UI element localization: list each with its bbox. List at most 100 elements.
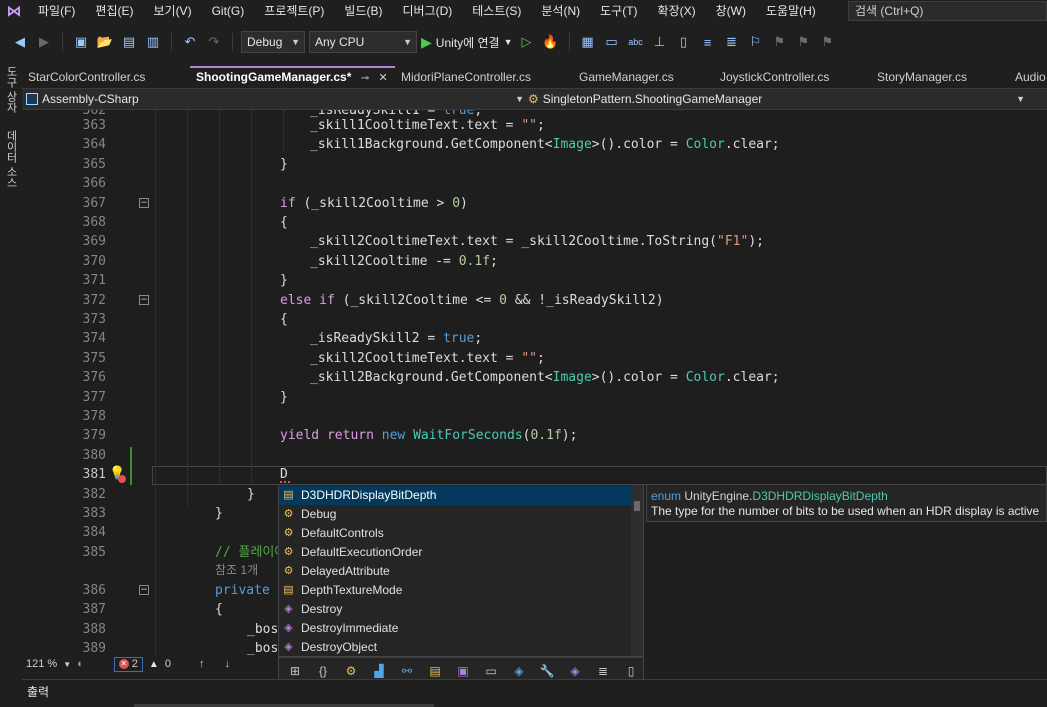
collapse-icon[interactable]: − (139, 585, 149, 595)
undo-icon[interactable]: ↶ (180, 32, 200, 52)
menu-edit[interactable]: 편집(E) (85, 0, 143, 22)
type-dropdown[interactable]: ⚙ SingletonPattern.ShootingGameManager ▼ (528, 89, 1025, 109)
start-without-debugging-icon[interactable]: ▷ (517, 32, 537, 52)
visual-studio-logo-icon[interactable]: ⋈ (0, 0, 28, 22)
uncomment-icon[interactable]: ≣ (722, 32, 742, 52)
menu-tools[interactable]: 도구(T) (590, 0, 647, 22)
attach-unity-button[interactable]: ▶ Unity에 연결 ▼ (421, 34, 513, 51)
completion-item[interactable]: ⚙ DefaultControls (279, 524, 631, 543)
completion-item[interactable]: ⚙ DelayedAttribute (279, 562, 631, 581)
menu-analyze[interactable]: 분석(N) (531, 0, 590, 22)
reference-count[interactable]: 참조 1개 (215, 561, 258, 580)
class-icon: ⚙ (283, 508, 294, 520)
method-icon: ◈ (284, 603, 293, 615)
menu-extensions[interactable]: 확장(X) (648, 0, 706, 22)
filter-snippets-icon[interactable]: ⊞ (285, 661, 305, 681)
code-line: _bos (247, 622, 279, 637)
zoom-level[interactable]: 121 % (26, 658, 57, 670)
clear-bookmarks-icon[interactable]: ⚑ (818, 32, 838, 52)
menu-git[interactable]: Git(G) (202, 0, 255, 22)
split-icon[interactable]: ▯ (674, 32, 694, 52)
tab-gamemanager[interactable]: GameManager.cs (573, 66, 714, 88)
completion-item[interactable]: ◈ DestroyImmediate (279, 619, 631, 638)
completion-label: Debug (301, 507, 337, 521)
filter-structures-icon[interactable]: ▟ (369, 661, 389, 681)
code-line: } (280, 157, 288, 172)
menu-bar: ⋈ 파일(F) 편집(E) 보기(V) Git(G) 프로젝트(P) 빌드(B)… (0, 0, 1047, 22)
tab-shootinggamemanager[interactable]: ShootingGameManager.cs* ⊸ ✕ (190, 66, 395, 88)
pin-icon[interactable]: ⊸ (361, 73, 369, 84)
breakpoint-icon[interactable]: ⊥ (650, 32, 670, 52)
scrollbar-thumb[interactable] (634, 501, 640, 511)
tab-starcolorcontroller[interactable]: StarColorController.cs (22, 66, 190, 88)
collapse-icon[interactable]: − (139, 295, 149, 305)
output-title[interactable]: 출력 (27, 683, 49, 700)
chevron-down-icon[interactable]: ▼ (63, 660, 71, 669)
comment-icon[interactable]: ≡ (698, 32, 718, 52)
platform-dropdown[interactable]: Any CPU ▼ (309, 31, 417, 53)
filter-fields-icon[interactable]: ◈ (509, 661, 529, 681)
menu-project[interactable]: 프로젝트(P) (254, 0, 334, 22)
filter-classes-icon[interactable]: ⚙ (341, 661, 361, 681)
toolbox-tab[interactable]: 도구 상자 (3, 66, 19, 113)
search-box[interactable]: 검색 (Ctrl+Q) (848, 1, 1047, 21)
completion-item[interactable]: ▤ D3DHDRDisplayBitDepth (279, 486, 631, 505)
menu-debug[interactable]: 디버그(D) (392, 0, 462, 22)
redo-icon[interactable]: ↷ (204, 32, 224, 52)
completion-item[interactable]: ◈ Destroy (279, 600, 631, 619)
completion-item[interactable]: ▤ DepthTextureMode (279, 581, 631, 600)
data-sources-tab[interactable]: 데이터 소스 (3, 130, 19, 188)
close-icon[interactable]: ✕ (378, 72, 387, 84)
save-all-icon[interactable]: ▥ (143, 32, 163, 52)
menu-help[interactable]: 도움말(H) (756, 0, 826, 22)
up-arrow-icon[interactable]: ↑ (199, 658, 205, 670)
completion-item[interactable]: ◈ DestroyObject (279, 638, 631, 657)
filter-constants-icon[interactable]: ▭ (481, 661, 501, 681)
toolbar: ◀ ▶ ▣ 📂 ▤ ▥ ↶ ↷ Debug ▼ Any CPU ▼ ▶ Unit… (0, 28, 1047, 56)
configuration-dropdown[interactable]: Debug ▼ (241, 31, 305, 53)
prev-bookmark-icon[interactable]: ⚑ (770, 32, 790, 52)
layout-icon[interactable]: ▭ (602, 32, 622, 52)
filter-methods-icon[interactable]: ◈ (565, 661, 585, 681)
line-number: 370 (82, 254, 106, 269)
bookmark-icon[interactable]: ⚐ (746, 32, 766, 52)
new-project-icon[interactable]: ▣ (71, 32, 91, 52)
spell-check-icon[interactable]: abc (626, 32, 646, 52)
code-line: _skill2CooltimeText.text = ""; (310, 351, 545, 366)
collapse-icon[interactable]: − (139, 198, 149, 208)
hot-reload-icon[interactable]: 🔥 (541, 32, 561, 52)
error-count-button[interactable]: ✕ 2 (113, 656, 143, 672)
next-bookmark-icon[interactable]: ⚑ (794, 32, 814, 52)
filter-namespaces-icon[interactable]: {} (313, 661, 333, 681)
down-arrow-icon[interactable]: ↓ (224, 658, 230, 670)
filter-interfaces-icon[interactable]: ⚯ (397, 661, 417, 681)
filter-delegates-icon[interactable]: ▣ (453, 661, 473, 681)
project-dropdown[interactable]: Assembly-CSharp ▼ (22, 89, 524, 109)
completion-item[interactable]: ⚙ DefaultExecutionOrder (279, 543, 631, 562)
filter-properties-icon[interactable]: 🔧 (537, 661, 557, 681)
menu-build[interactable]: 빌드(B) (334, 0, 392, 22)
completion-scrollbar[interactable] (631, 485, 643, 656)
back-icon[interactable]: ◀ (10, 32, 30, 52)
left-tool-strip: 도구 상자 데이터 소스 (0, 62, 22, 707)
forward-icon[interactable]: ▶ (34, 32, 54, 52)
completion-item[interactable]: ⚙ Debug (279, 505, 631, 524)
tab-midoriplanecontroller[interactable]: MidoriPlaneController.cs (395, 66, 573, 88)
tab-audio[interactable]: Audio (1009, 66, 1047, 88)
tab-storymanager[interactable]: StoryManager.cs (871, 66, 1009, 88)
filter-enums-icon[interactable]: ▤ (425, 661, 445, 681)
toolbar-divider (568, 33, 570, 51)
menu-file[interactable]: 파일(F) (28, 0, 85, 22)
open-folder-icon[interactable]: 📂 (95, 32, 115, 52)
menu-test[interactable]: 테스트(S) (462, 0, 531, 22)
tab-label: Audio (1015, 70, 1046, 84)
browser-link-icon[interactable]: ▦ (578, 32, 598, 52)
warning-icon[interactable]: ▲ (149, 659, 159, 670)
save-icon[interactable]: ▤ (119, 32, 139, 52)
filter-locals-icon[interactable]: ≣ (593, 661, 613, 681)
filter-keywords-icon[interactable]: ▯ (621, 661, 641, 681)
menu-view[interactable]: 보기(V) (143, 0, 201, 22)
health-icon[interactable]: ◐ (77, 658, 84, 670)
menu-window[interactable]: 창(W) (706, 0, 756, 22)
tab-joystickcontroller[interactable]: JoystickController.cs (714, 66, 871, 88)
